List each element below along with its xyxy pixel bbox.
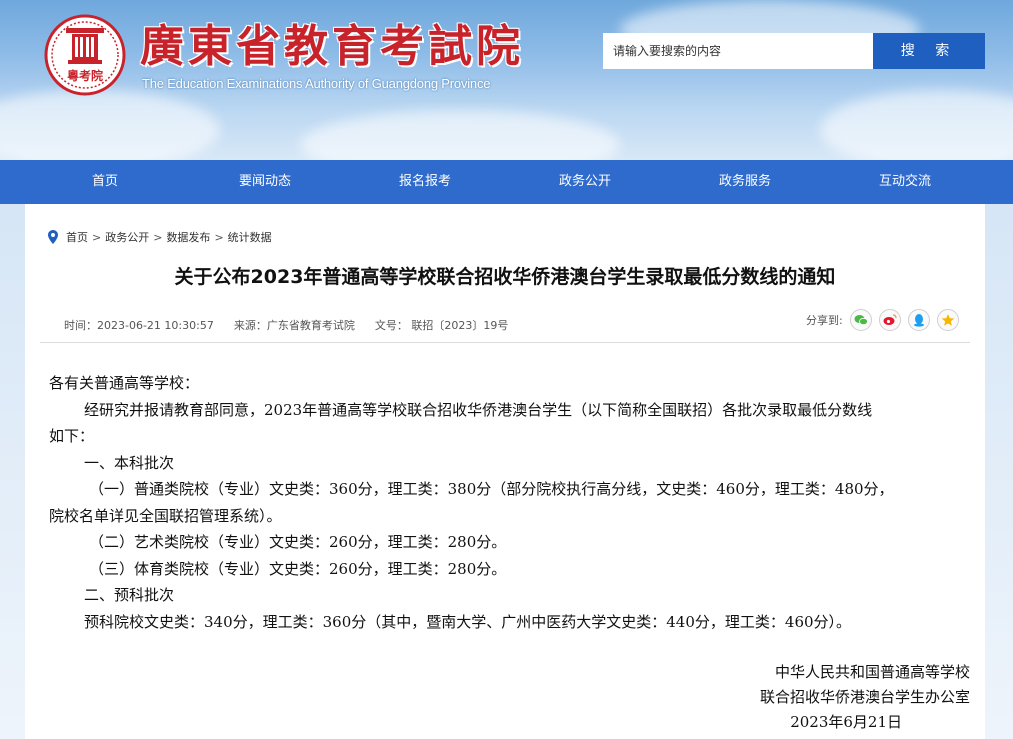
paragraph: 经研究并报请教育部同意，2023年普通高等学校联合招收华侨港澳台学生（以下简称全… [84,400,873,419]
breadcrumb-separator: > [214,230,224,244]
nav-item-news[interactable]: 要闻动态 [185,160,345,204]
article-title: 关于公布2023年普通高等学校联合招收华侨港澳台学生录取最低分数线的通知 [174,266,836,288]
cloud-decoration [300,110,620,160]
page-background-right [985,204,1013,739]
breadcrumb-separator: > [92,230,102,244]
breadcrumb: 首页 > 政务公开 > 数据发布 > 统计数据 [48,229,272,245]
nav-item-gov-affairs[interactable]: 政务公开 [505,160,665,204]
breadcrumb-separator: > [153,230,163,244]
breadcrumb-gov-affairs[interactable]: 政务公开 [105,229,149,245]
list-item: （二）艺术类院校（专业）文史类：260分，理工类：280分。 [89,533,507,551]
paragraph: 预科院校文史类：340分，理工类：360分（其中，暨南大学、广州中医药大学文史类… [84,612,852,631]
article-meta: 时间：2023-06-21 10:30:57 来源：广东省教育考试院 文号： 联… [64,317,528,333]
list-item: （三）体育类院校（专业）文史类：260分，理工类：280分。 [89,559,507,578]
search-button[interactable]: 搜 索 [873,33,985,69]
share-bar: 分享到: [806,309,959,331]
main-nav: 首页 要闻动态 报名报考 政务公开 政务服务 互动交流 [0,160,1013,204]
share-label: 分享到: [806,314,843,327]
signature-date: 2023年6月21日 [790,713,902,731]
wechat-icon[interactable] [849,309,872,331]
list-item: 院校名单详见全国联招管理系统）。 [49,506,282,525]
qq-icon[interactable] [907,309,930,331]
header-divider [40,342,970,343]
weibo-icon[interactable] [878,309,901,331]
qzone-icon[interactable] [936,309,959,331]
nav-item-home[interactable]: 首页 [25,160,185,204]
org-name-en: The Education Examinations Authority of … [142,76,491,91]
site-header: 粵考院 廣東省教育考試院 The Education Examinations … [0,0,1013,160]
breadcrumb-home[interactable]: 首页 [66,229,88,245]
signature-block: 中华人民共和国普通高等学校 联合招收华侨港澳台学生办公室 2023年6月21日 [760,660,970,735]
search-input[interactable] [603,33,873,69]
paragraph: 如下： [49,427,95,445]
section-heading: 二、预科批次 [84,586,175,604]
cloud-decoration [820,90,1013,160]
breadcrumb-data-release[interactable]: 数据发布 [166,229,210,245]
signature-org-line1: 中华人民共和国普通高等学校 [774,663,970,681]
org-name-cn: 廣東省教育考試院 [140,21,524,72]
location-pin-icon [48,230,58,244]
publish-time: 时间：2023-06-21 10:30:57 [64,319,214,332]
salutation: 各有关普通高等学校： [49,374,200,392]
cloud-decoration [0,90,220,160]
nav-item-interaction[interactable]: 互动交流 [825,160,985,204]
article-source: 来源：广东省教育考试院 [233,319,355,332]
nav-item-registration[interactable]: 报名报考 [345,160,505,204]
section-heading: 一、本科批次 [84,453,175,472]
document-number: 文号： 联招〔2023〕19号 [374,319,509,332]
page-background-left [0,204,25,739]
signature-org-line2: 联合招收华侨港澳台学生办公室 [759,688,970,706]
seal-text: 粵考院 [67,68,103,83]
nav-item-gov-services[interactable]: 政务服务 [665,160,825,204]
breadcrumb-statistics[interactable]: 统计数据 [228,229,272,245]
article-body: 各有关普通高等学校： 经研究并报请教育部同意，2023年普通高等学校联合招收华侨… [49,370,971,635]
list-item: （一）普通类院校（专业）文史类：360分，理工类：380分（部分院校执行高分线，… [89,480,894,498]
org-seal-logo[interactable]: 粵考院 [44,14,126,96]
